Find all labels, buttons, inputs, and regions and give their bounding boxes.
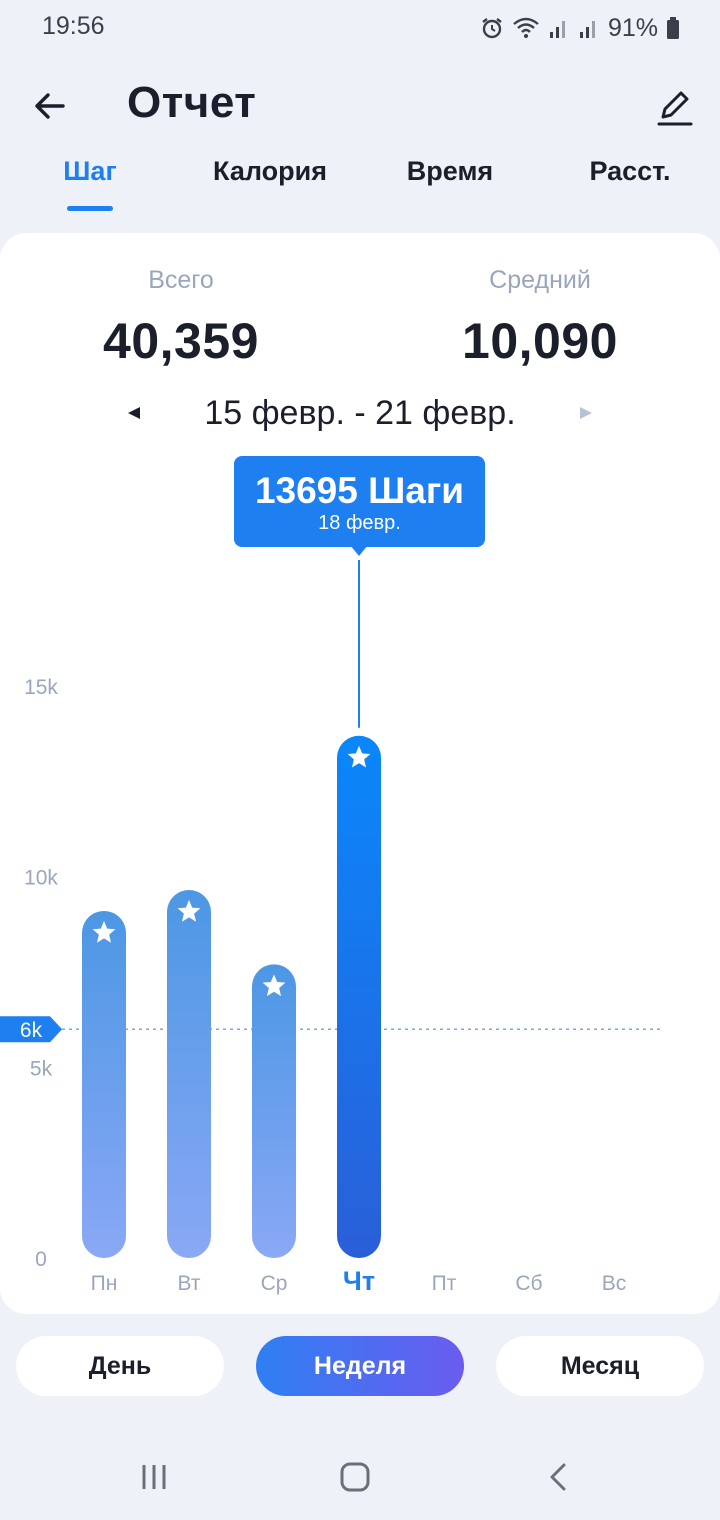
recent-apps-button[interactable] <box>124 1452 184 1502</box>
status-time: 19:56 <box>42 12 105 40</box>
tooltip-steps: 13695 Шаги <box>254 470 465 511</box>
y-tick-label: 15k <box>24 676 58 699</box>
tab-distance[interactable]: Расст. <box>589 156 670 187</box>
y-tick-label: 10k <box>24 867 58 890</box>
tab-calories[interactable]: Калория <box>213 156 327 187</box>
x-tick-label[interactable]: Ср <box>261 1272 288 1295</box>
x-tick-label[interactable]: Пн <box>91 1272 118 1295</box>
home-button[interactable] <box>325 1452 385 1502</box>
x-tick-label[interactable]: Чт <box>343 1266 375 1296</box>
triangle-left-icon <box>128 407 140 419</box>
edit-button[interactable] <box>652 84 698 130</box>
bar-Чт[interactable] <box>337 735 381 1258</box>
tab-steps[interactable]: Шаг <box>63 156 116 187</box>
triangle-right-icon <box>580 407 592 419</box>
average-label: Средний <box>489 266 591 294</box>
tooltip-pointer <box>350 545 368 556</box>
period-week-button[interactable]: Неделя <box>256 1336 464 1396</box>
arrow-left-icon <box>35 93 65 119</box>
total-label: Всего <box>148 266 214 294</box>
next-range-button[interactable] <box>576 403 596 423</box>
tab-time[interactable]: Время <box>407 156 493 187</box>
home-icon <box>340 1462 370 1492</box>
pencil-icon <box>657 91 693 126</box>
page-title: Отчет <box>127 78 257 127</box>
period-month-button[interactable]: Месяц <box>496 1336 704 1396</box>
bar-Пн[interactable] <box>82 910 126 1258</box>
active-tab-indicator <box>67 206 113 211</box>
average-value: 10,090 <box>462 313 618 369</box>
previous-range-button[interactable] <box>124 403 144 423</box>
total-value: 40,359 <box>103 313 259 369</box>
wifi-icon <box>512 16 540 40</box>
status-icons: 91% <box>480 12 680 44</box>
x-tick-label[interactable]: Вс <box>602 1272 627 1295</box>
signal-icon-2 <box>578 16 600 40</box>
x-tick-label[interactable]: Вт <box>178 1272 201 1295</box>
signal-icon-1 <box>548 16 570 40</box>
metric-tabs: Шаг Калория Время Расст. <box>0 150 720 220</box>
y-tick-label: 0 <box>35 1248 47 1271</box>
x-tick-label[interactable]: Сб <box>515 1272 542 1295</box>
system-back-button[interactable] <box>528 1452 588 1502</box>
date-range: 15 февр. - 21 февр. <box>204 394 516 432</box>
chevron-left-icon <box>550 1463 566 1491</box>
selected-day-tooltip: 13695 Шаги 18 февр. <box>234 456 485 547</box>
recent-apps-icon <box>142 1465 166 1489</box>
battery-icon <box>666 16 680 40</box>
goal-label: 6k <box>20 1019 43 1042</box>
x-tick-label[interactable]: Пт <box>432 1272 457 1295</box>
alarm-icon <box>480 16 504 40</box>
back-button[interactable] <box>28 84 72 128</box>
y-tick-label: 5k <box>30 1057 53 1080</box>
period-day-button[interactable]: День <box>16 1336 224 1396</box>
bar-Вт[interactable] <box>167 890 211 1258</box>
battery-percent: 91% <box>607 13 658 42</box>
tooltip-date: 18 февр. <box>318 512 401 534</box>
bar-Ср[interactable] <box>252 964 296 1258</box>
